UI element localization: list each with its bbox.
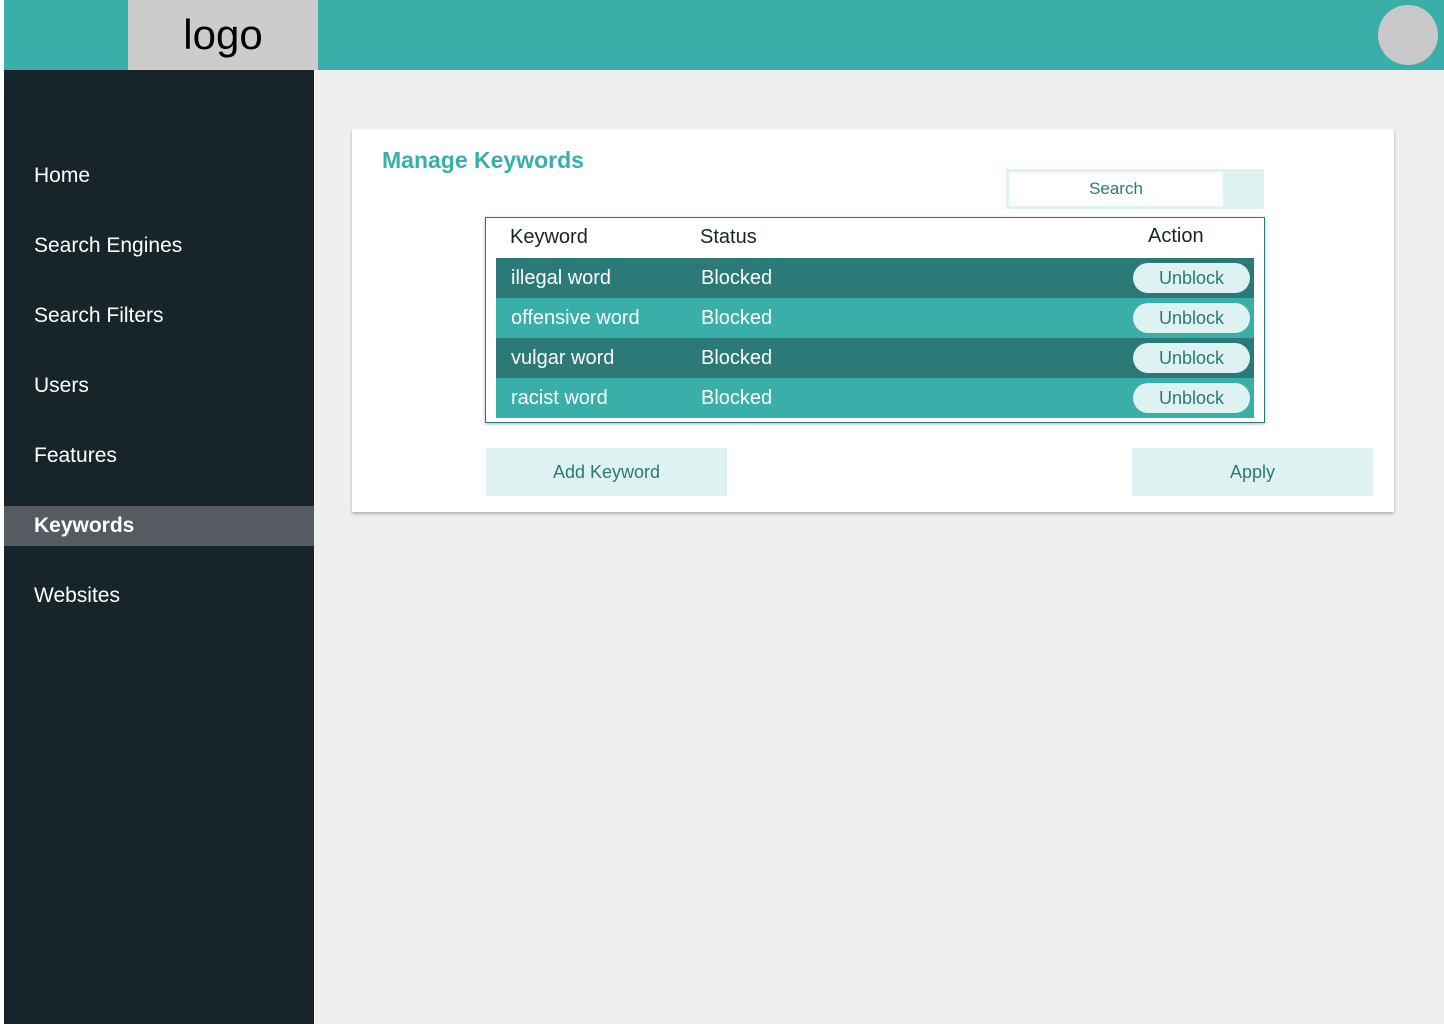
search-box (1006, 169, 1264, 209)
add-keyword-button[interactable]: Add Keyword (486, 448, 727, 496)
table-row: vulgar word Blocked Unblock (496, 338, 1254, 378)
column-header-action: Action (1148, 225, 1204, 247)
unblock-button[interactable]: Unblock (1133, 343, 1250, 373)
sidebar-item-websites[interactable]: Websites (4, 576, 314, 616)
manage-keywords-card: Manage Keywords Keyword Status Action il… (352, 129, 1394, 512)
keywords-table: Keyword Status Action illegal word Block… (485, 217, 1265, 423)
page-title: Manage Keywords (382, 147, 584, 173)
column-header-status: Status (700, 226, 757, 248)
sidebar-item-users[interactable]: Users (4, 366, 314, 406)
keyword-cell: offensive word (511, 307, 640, 329)
sidebar-item-features[interactable]: Features (4, 436, 314, 476)
status-cell: Blocked (701, 267, 773, 289)
keyword-cell: vulgar word (511, 347, 615, 369)
status-cell: Blocked (701, 387, 773, 409)
unblock-button[interactable]: Unblock (1133, 383, 1250, 413)
status-cell: Blocked (701, 347, 773, 369)
column-header-keyword: Keyword (510, 226, 588, 248)
keyword-cell: illegal word (511, 267, 612, 289)
user-avatar-icon[interactable] (1378, 5, 1438, 65)
sidebar-item-home[interactable]: Home (4, 156, 314, 196)
sidebar-item-search-engines[interactable]: Search Engines (4, 226, 314, 266)
table-row: illegal word Blocked Unblock (496, 258, 1254, 298)
search-input[interactable] (1009, 172, 1223, 206)
sidebar-item-search-filters[interactable]: Search Filters (4, 296, 314, 336)
table-row: racist word Blocked Unblock (496, 378, 1254, 418)
unblock-button[interactable]: Unblock (1133, 263, 1250, 293)
table-row: offensive word Blocked Unblock (496, 298, 1254, 338)
status-cell: Blocked (701, 307, 773, 329)
apply-button[interactable]: Apply (1132, 448, 1373, 496)
top-bar: logo (4, 0, 1444, 70)
sidebar-item-keywords[interactable]: Keywords (4, 506, 314, 546)
unblock-button[interactable]: Unblock (1133, 303, 1250, 333)
keyword-cell: racist word (511, 387, 608, 409)
logo: logo (128, 0, 318, 70)
sidebar: Home Search Engines Search Filters Users… (4, 70, 314, 1024)
